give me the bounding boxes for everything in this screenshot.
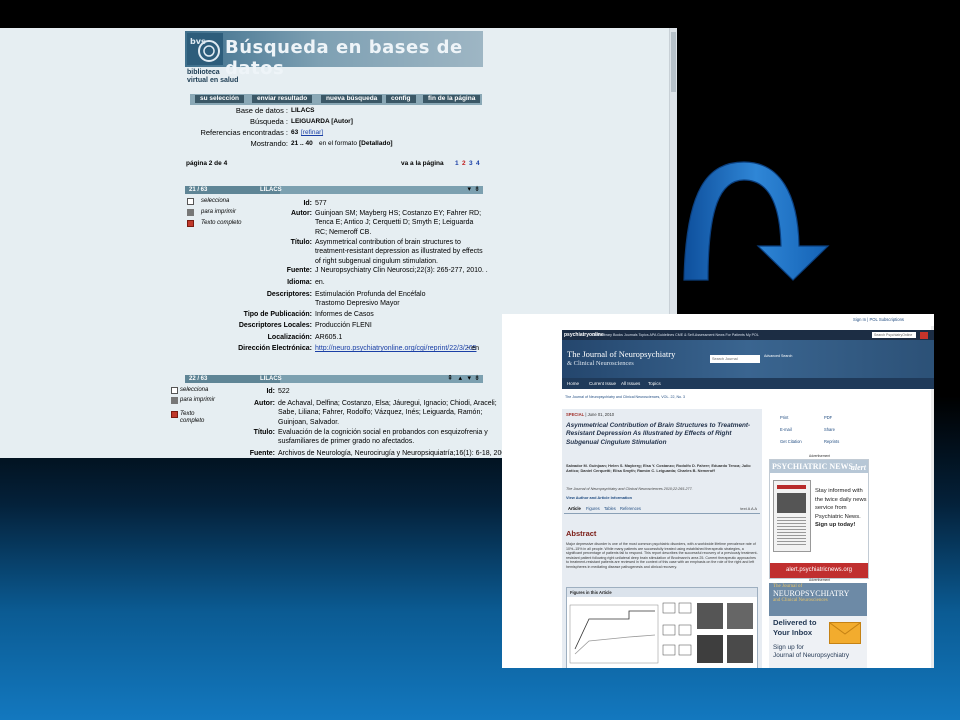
direccion-electronica-link[interactable]: http://neuro.psychiatryonline.org/cgi/re… (315, 344, 477, 353)
record-header-bar: 21 / 63 LILACS ▾ ⇟ (185, 186, 483, 194)
search-icon[interactable] (920, 331, 928, 339)
nav-topics[interactable]: Topics (648, 381, 661, 386)
refinar-link[interactable]: [refinar] (301, 128, 323, 138)
breadcrumb[interactable]: The Journal of Neuropsychiatry and Clini… (565, 395, 685, 399)
page-link-3[interactable]: 3 (469, 160, 473, 167)
record-count: 21 / 63 (189, 187, 208, 193)
page-link-1[interactable]: 1 (455, 160, 459, 167)
figures-box: Figures in this Article (566, 587, 758, 668)
tab-figures[interactable]: Figures (586, 506, 600, 511)
ad-text: Stay informed with the twice daily news … (815, 488, 867, 529)
envelope-icon (829, 622, 861, 644)
page-link-4[interactable]: 4 (476, 160, 480, 167)
referencias-value: 63 (291, 129, 299, 136)
article-panel: SPECIAL | June 01, 2010 Asymmetrical Con… (562, 409, 762, 668)
text-size-control[interactable]: text A A A (740, 506, 757, 511)
bvs-logo: bvs Búsqueda en bases de datos (185, 31, 483, 79)
nueva-busqueda-button[interactable]: nueva búsqueda (321, 95, 383, 103)
bvs-logo-mark-icon: bvs (187, 33, 223, 65)
first-arrow-icon[interactable]: ⇞ (447, 375, 453, 383)
ad-delivered-text: Delivered to Your Inbox (773, 618, 817, 637)
article-authors: Salvador M. Guinjoan; Helen S. Mayberg; … (566, 463, 751, 474)
search-journal-input[interactable]: Search Journal (710, 355, 760, 363)
figures-heading: Figures in this Article (567, 588, 757, 597)
top-navbar: psychiatryonline DSM Library Books Journ… (562, 330, 934, 340)
busqueda-value: LEIGUARDA [Autor] (291, 118, 353, 125)
record-2-title: Evaluación de la cognición social en pro… (278, 429, 488, 446)
sign-in-link[interactable]: Sign In | POL Subscriptions (853, 317, 904, 322)
ad-journal-title: The Journal of NEUROPSYCHIATRY and Clini… (773, 584, 850, 603)
base-de-datos-value: LILACS (291, 107, 315, 114)
pager-current: página 2 de 4 (186, 160, 228, 167)
article-citation: The Journal of Neuropsychiatry and Clini… (566, 487, 693, 491)
curved-arrow-icon (683, 161, 830, 281)
journal-title[interactable]: The Journal of Neuropsychiatry (567, 349, 675, 359)
tab-references[interactable]: References (620, 506, 641, 511)
record-db: LILACS (260, 187, 282, 193)
full-text-pdf-icon[interactable] (187, 220, 194, 227)
article-meta: SPECIAL | June 01, 2010 (566, 412, 615, 417)
record-1-title: Asymmetrical contribution of brain struc… (315, 239, 483, 265)
nav-home[interactable]: Home (567, 381, 579, 386)
formato-value[interactable]: [Detallado] (359, 139, 393, 149)
page-link-2: 2 (462, 160, 466, 167)
tab-tables[interactable]: Tables (604, 506, 616, 511)
journal-email-ad[interactable]: The Journal of NEUROPSYCHIATRY and Clini… (769, 583, 867, 668)
record-2-authors: de Achaval, Delfina; Costanzo, Elsa; Jáu… (278, 400, 497, 426)
ad-header: PSYCHIATRIC NEWS alert (770, 460, 868, 473)
site-search-input[interactable]: Search PsychiatryOnline (872, 332, 916, 338)
last-arrow-icon[interactable]: ⇟ (474, 186, 480, 194)
view-author-info-link[interactable]: View Author and Article Information (566, 495, 632, 500)
up-arrow-icon[interactable]: ▴ (458, 375, 462, 383)
advanced-search-link[interactable]: Advanced Search (764, 354, 792, 359)
abstract-heading: Abstract (566, 529, 597, 538)
newspaper-thumbnail-icon (773, 480, 811, 552)
tab-article[interactable]: Article (568, 506, 581, 511)
ad-signup-text: Sign up for Journal of Neuropsychiatry (773, 644, 850, 660)
ad-url[interactable]: alert.psychiatricnews.org (770, 563, 868, 578)
fin-de-la-pagina-button[interactable]: fin de la página (423, 95, 481, 103)
journal-article-screenshot: Sign In | POL Subscriptions psychiatryon… (502, 314, 934, 668)
reprints-link[interactable]: Reprints (824, 439, 839, 444)
config-button[interactable]: config (386, 95, 416, 103)
down-arrow-icon[interactable]: ▾ (467, 186, 471, 194)
enviar-resultado-button[interactable]: enviar resultado (252, 95, 313, 103)
psychiatric-news-ad[interactable]: PSYCHIATRIC NEWS alert Stay informed with… (769, 459, 869, 579)
record-header-bar: 22 / 63 LILACS ⇞ ▴ ▾ ⇟ (185, 375, 483, 383)
nav-all-issues[interactable]: All Issues (621, 381, 640, 386)
email-link[interactable]: E-mail (780, 427, 792, 432)
print-link[interactable]: Print (780, 415, 788, 420)
journal-nav: Home Current Issue All Issues Topics (562, 378, 934, 389)
record-db: LILACS (260, 376, 282, 382)
advertisement-label: Advertisement (809, 454, 831, 458)
su-seleccion-button[interactable]: su selección (195, 95, 245, 103)
journal-header: The Journal of Neuropsychiatry & Clinica… (562, 340, 934, 378)
last-arrow-icon[interactable]: ⇟ (474, 375, 480, 383)
bvs-logo-title: Búsqueda en bases de datos (225, 37, 463, 79)
bvs-logo-subtitle: biblioteca virtual en salud (187, 69, 239, 84)
down-arrow-icon[interactable]: ▾ (467, 375, 471, 383)
share-link[interactable]: Share (824, 427, 835, 432)
abstract-text: Major depressive disorder is one of the … (566, 542, 758, 569)
pdf-link[interactable]: PDF (824, 415, 832, 420)
nav-current-issue[interactable]: Current Issue (589, 381, 616, 386)
lilacs-toolbar: su selección enviar resultado nueva búsq… (190, 94, 482, 105)
journal-subtitle: & Clinical Neurosciences (567, 360, 634, 367)
article-title: Asymmetrical Contribution of Brain Struc… (566, 422, 751, 446)
record-count: 22 / 63 (189, 376, 208, 382)
advertisement-label: Advertisement (809, 578, 831, 582)
article-tabs: Article Figures Tables References text A… (564, 503, 760, 514)
top-nav-items[interactable]: DSM Library Books Journals Topics APA Gu… (592, 333, 759, 337)
record-1-authors: Guinjoan SM; Mayberg HS; Costanzo EY; Fa… (315, 210, 482, 236)
figure-thumbnails[interactable] (569, 599, 755, 667)
full-text-pdf-icon[interactable] (171, 411, 178, 418)
get-citation-link[interactable]: Get Citation (780, 439, 802, 444)
mostrando-value: 21 .. 40 (291, 140, 313, 147)
